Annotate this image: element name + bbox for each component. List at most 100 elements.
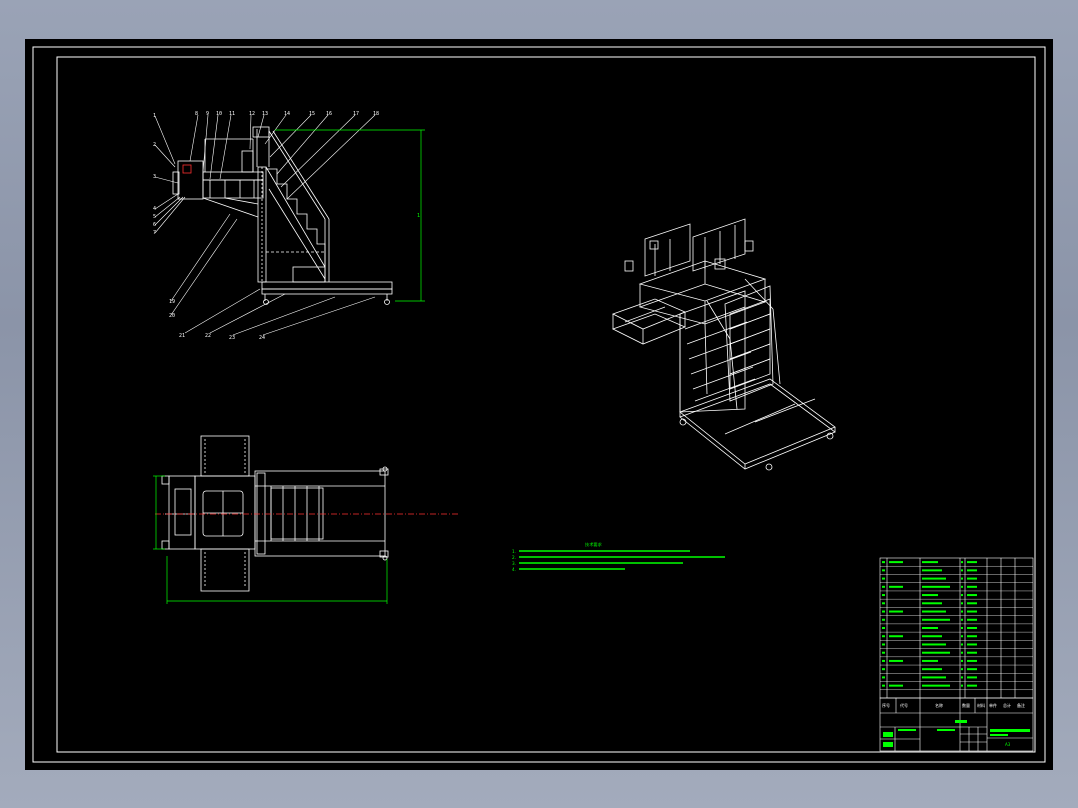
bom-header-name: 名称 [935, 702, 943, 708]
note-line: 4. [512, 567, 516, 572]
svg-text:22: 22 [205, 333, 211, 339]
bom-cell-text [882, 577, 885, 580]
bom-cell-text [961, 569, 963, 572]
bom-cell-text [967, 618, 977, 621]
svg-text:6: 6 [153, 222, 156, 228]
svg-text:15: 15 [309, 111, 315, 117]
bom-cell-text [882, 594, 885, 597]
bom-cell-text [961, 668, 963, 671]
bom-header-unit: 单件 [989, 702, 997, 708]
bom-cell-text [961, 635, 963, 638]
bom-cell-text [961, 585, 963, 588]
bom-cell-text [882, 659, 885, 662]
svg-text:1: 1 [153, 113, 156, 119]
bom-cell-text [889, 684, 903, 687]
bom-cell-text [922, 610, 946, 613]
bom-cell-text [882, 643, 885, 646]
svg-text:17: 17 [353, 111, 359, 117]
outer-border [32, 46, 1046, 763]
bom-cell-text [889, 659, 903, 662]
bom-cell-text [889, 610, 903, 613]
bom-cell-text [961, 627, 963, 629]
bom-cell-text [882, 585, 885, 588]
bom-cell-text [922, 585, 950, 588]
bom-cell-text [967, 569, 977, 572]
bom-header-qty: 数量 [962, 702, 970, 708]
drawing-sheet: 123 4567 8 9 10 11 12 13 14 15 16 17 18 19 20 21 … [25, 39, 1053, 770]
bom-cell-text [967, 676, 977, 679]
bom-cell-text [922, 569, 942, 572]
bom-cell-text [882, 635, 885, 638]
svg-text:2: 2 [153, 142, 156, 148]
svg-text:18: 18 [373, 111, 379, 117]
note-line: 3. [512, 561, 516, 566]
bom-cell-text [967, 627, 977, 629]
svg-text:8: 8 [195, 111, 198, 117]
bom-header-remark: 备注 [1017, 702, 1025, 708]
bom-cell-text [961, 659, 963, 662]
bom-cell-text [967, 659, 977, 662]
svg-text:13: 13 [262, 111, 268, 117]
bom-cell-text [922, 627, 938, 629]
notes-text-lines [519, 550, 725, 570]
bom-cell-text [889, 585, 903, 588]
bom-cell-text [967, 643, 977, 646]
svg-text:19: 19 [169, 299, 175, 305]
bom-cell-text [967, 635, 977, 638]
bom-cell-text [961, 577, 963, 580]
bom-cell-text [882, 618, 885, 621]
note-line: 1. [512, 549, 516, 554]
sheet-size: A3 [1005, 742, 1011, 747]
svg-text:3: 3 [153, 174, 156, 180]
bom-cell-text [967, 594, 977, 597]
bom-cell-text [961, 561, 963, 564]
front-dimensions: 1 [275, 129, 425, 302]
svg-text:14: 14 [284, 111, 290, 117]
bom-cell-text [961, 676, 963, 679]
bom-cell-text [882, 651, 885, 654]
svg-text:21: 21 [179, 333, 185, 339]
bom-cell-text [882, 561, 885, 564]
top-view [161, 435, 389, 592]
bom-cell-text [922, 602, 942, 605]
bom-cell-text [922, 561, 938, 564]
bom-cell-text [882, 684, 885, 687]
bom-cell-text [967, 585, 977, 588]
note-line: 2. [512, 555, 516, 560]
top-dimensions [153, 475, 388, 604]
bom-cell-text [967, 577, 977, 580]
bom-rows [880, 566, 1033, 690]
bom-header-material: 材料 [977, 702, 985, 708]
leader-lines [154, 114, 376, 336]
svg-text:5: 5 [153, 214, 156, 220]
svg-text:7: 7 [153, 230, 156, 236]
bom-cell-text [922, 643, 946, 646]
bom-header-total: 总计 [1003, 702, 1011, 708]
bom-cell-text [922, 577, 946, 580]
bom-cell-text [889, 561, 903, 564]
bom-cell-text [922, 594, 938, 597]
bom-cell-text [882, 569, 885, 572]
bom-cell-text [967, 602, 977, 605]
svg-text:11: 11 [229, 111, 235, 117]
svg-text:1: 1 [417, 213, 420, 219]
svg-text:20: 20 [169, 313, 175, 319]
bom-cell-text [922, 684, 950, 687]
bom-cell-text [967, 651, 977, 654]
svg-text:12: 12 [249, 111, 255, 117]
svg-text:4: 4 [153, 206, 156, 212]
bom-cell-text [967, 684, 977, 687]
bom-cell-text [961, 643, 963, 646]
svg-text:16: 16 [326, 111, 332, 117]
svg-text:24: 24 [259, 335, 265, 341]
bom-cell-text [922, 618, 950, 621]
bom-cell-text [882, 627, 885, 629]
svg-text:10: 10 [216, 111, 222, 117]
bom-cell-text [882, 676, 885, 679]
bom-cell-text [889, 635, 903, 638]
bom-cell-text [967, 561, 977, 564]
bom-cell-text [922, 668, 942, 671]
bom-cell-text [961, 610, 963, 613]
bom-header-no: 序号 [882, 702, 890, 708]
bom-cell-text [922, 635, 942, 638]
